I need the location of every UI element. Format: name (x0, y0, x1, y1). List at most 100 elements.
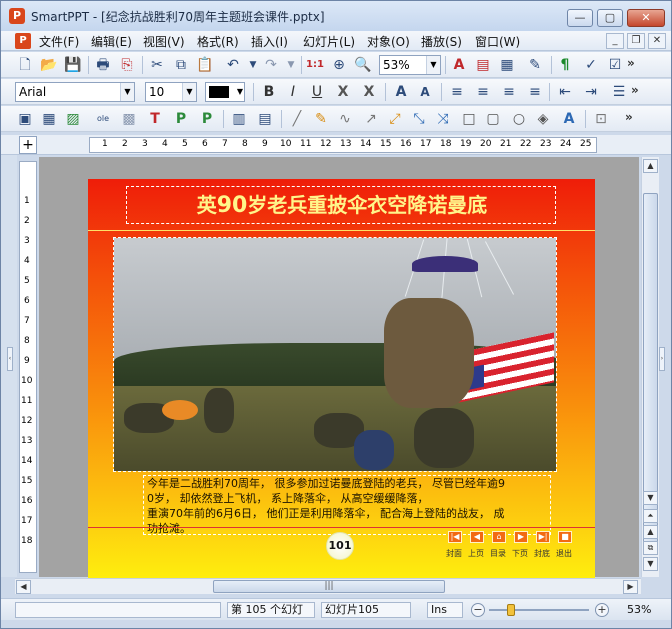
align-center-icon[interactable]: ≡ (473, 82, 493, 102)
decrease-indent-icon[interactable]: ⇤ (555, 82, 575, 102)
zoom-knob[interactable] (507, 604, 515, 616)
scroll-right-icon[interactable]: ▶ (623, 580, 638, 594)
curve-icon[interactable]: ∿ (335, 109, 355, 129)
increase-indent-icon[interactable]: ⇥ (581, 82, 601, 102)
arrow-icon[interactable]: ↗ (361, 109, 381, 129)
nav-last-button[interactable]: ▶| (536, 531, 550, 543)
horizontal-ruler[interactable]: 1 2 3 4 5 6 7 8 9 10 11 12 13 14 15 16 1… (89, 137, 597, 153)
nav-home-button[interactable]: ⌂ (492, 531, 506, 543)
toolbar-overflow-icon[interactable]: » (625, 110, 633, 124)
undo-dropdown-icon[interactable]: ▼ (243, 55, 263, 75)
underline-button[interactable]: U (307, 82, 327, 102)
minimize-button[interactable]: — (567, 9, 593, 27)
menu-slide[interactable]: 幻灯片(L) (303, 33, 355, 50)
picture-icon[interactable]: ▨ (63, 109, 83, 129)
nav-first-button[interactable]: |◀ (448, 531, 462, 543)
zoom-icon[interactable]: ⊕ (329, 55, 349, 75)
chevron-down-icon[interactable]: ▼ (120, 83, 134, 101)
curved-connector-icon[interactable]: ⤨ (433, 109, 453, 129)
spell-icon[interactable]: ✓ (581, 55, 601, 75)
menu-object[interactable]: 对象(O) (367, 33, 410, 50)
scroll-down-icon[interactable]: ▼ (643, 491, 658, 505)
chevron-down-icon[interactable]: ▼ (182, 83, 196, 101)
elbow-connector-icon[interactable]: ⤡ (409, 109, 429, 129)
paragraph-icon[interactable]: ¶ (555, 55, 575, 75)
grow-font-button[interactable]: A (391, 82, 411, 102)
menu-file[interactable]: 文件(F) (39, 33, 79, 50)
align-right-icon[interactable]: ≡ (499, 82, 519, 102)
zoom-slider[interactable]: − + (471, 602, 611, 618)
nav-prev-button[interactable]: ◀ (470, 531, 484, 543)
toolbar-overflow-icon[interactable]: » (631, 83, 639, 97)
menu-view[interactable]: 视图(V) (143, 33, 185, 50)
toolbar-overflow-icon[interactable]: » (627, 56, 635, 70)
font-size-combo[interactable]: 10 ▼ (145, 82, 197, 102)
pdf-icon[interactable]: ⎘ (117, 55, 137, 75)
slide-body-frame[interactable]: 今年是二战胜利70周年， 很多参加过诺曼底登陆的老兵， 尽管已经年逾9 0岁， … (143, 475, 551, 535)
horizontal-scrollbar[interactable]: ◀ ||| ▶ (15, 578, 641, 594)
rounded-rect-icon[interactable]: ▢ (483, 109, 503, 129)
placeholder-icon[interactable]: P (171, 109, 191, 129)
slide-size-icon[interactable]: 1:1 (305, 55, 325, 75)
chevron-down-icon[interactable]: ▼ (426, 56, 440, 74)
document-icon[interactable]: P (15, 33, 31, 49)
format-icon[interactable]: ▤ (473, 55, 493, 75)
maximize-button[interactable]: ▢ (597, 9, 623, 27)
horizontal-scroll-thumb[interactable]: ||| (213, 580, 445, 593)
slide-photo[interactable] (113, 237, 557, 472)
font-name-combo[interactable]: Arial ▼ (15, 82, 135, 102)
italic-button[interactable]: I (283, 82, 303, 102)
font-color-picker[interactable]: ▼ (205, 82, 245, 102)
strikethrough-button[interactable]: X (333, 82, 353, 102)
cut-icon[interactable]: ✂ (147, 55, 167, 75)
table-icon[interactable]: ▦ (39, 109, 59, 129)
audio-icon[interactable]: ▤ (255, 109, 275, 129)
slide-title-frame[interactable]: 英90岁老兵重披伞衣空降诺曼底 (126, 186, 556, 224)
doc-restore-button[interactable]: ❐ (627, 33, 645, 49)
new-icon[interactable]: 🗋 (15, 55, 35, 75)
menu-insert[interactable]: 插入(I) (251, 33, 288, 50)
first-slide-icon[interactable]: ⏶ (643, 509, 658, 523)
brush-icon[interactable]: ✎ (525, 55, 545, 75)
bullets-icon[interactable]: ☰ (609, 82, 629, 102)
rectangle-icon[interactable]: □ (459, 109, 479, 129)
right-panel-toggle[interactable]: › (659, 347, 665, 371)
doc-minimize-button[interactable]: _ (606, 33, 624, 49)
text-a-icon[interactable]: A (449, 55, 469, 75)
shrink-font-button[interactable]: A (415, 82, 435, 102)
menu-play[interactable]: 播放(S) (421, 33, 462, 50)
nav-exit-button[interactable]: ■ (558, 531, 572, 543)
zoom-in-button[interactable]: + (595, 603, 609, 617)
nav-next-button[interactable]: ▶ (514, 531, 528, 543)
page-placeholder-icon[interactable]: P (197, 109, 217, 129)
notes-icon[interactable]: ▦ (497, 55, 517, 75)
align-left-icon[interactable]: ≡ (447, 82, 467, 102)
close-button[interactable]: ✕ (627, 9, 665, 27)
check-icon[interactable]: ☑ (605, 55, 625, 75)
vertical-ruler[interactable]: 1 2 3 4 5 6 7 8 9 10 11 12 13 14 15 16 1… (19, 161, 37, 573)
doc-close-button[interactable]: ✕ (648, 33, 666, 49)
ellipse-icon[interactable]: ○ (509, 109, 529, 129)
menu-edit[interactable]: 编辑(E) (91, 33, 132, 50)
prev-slide-icon[interactable]: ▲ (643, 525, 658, 539)
zoom-out-button[interactable]: − (471, 603, 485, 617)
slide[interactable]: 英90岁老兵重披伞衣空降诺曼底 今年是二战胜利70周年， 很多参加过诺曼底登陆的… (88, 179, 595, 587)
left-panel-toggle[interactable]: ‹ (7, 347, 13, 371)
status-insert-mode[interactable]: Ins (427, 602, 463, 618)
save-icon[interactable]: 💾 (63, 55, 83, 75)
zoom-track[interactable] (489, 609, 589, 611)
chevron-down-icon[interactable]: ▼ (237, 83, 243, 101)
open-icon[interactable]: 📂 (39, 55, 59, 75)
menu-format[interactable]: 格式(R) (197, 33, 239, 50)
zoom-combo[interactable]: 53% ▼ (379, 55, 441, 75)
scroll-left-icon[interactable]: ◀ (16, 580, 31, 594)
shapes-icon[interactable]: ◈ (533, 109, 553, 129)
text-frame-icon[interactable]: ▣ (15, 109, 35, 129)
undo-icon[interactable]: ↶ (223, 55, 243, 75)
vertical-scrollbar[interactable]: ▲ ▼ ⏶ ▲ ⧉ ▼ (641, 157, 659, 577)
group-icon[interactable]: ⊡ (591, 109, 611, 129)
bold-button[interactable]: B (259, 82, 279, 102)
pen-icon[interactable]: ✎ (311, 109, 331, 129)
line-icon[interactable]: ╱ (287, 109, 307, 129)
shadow-button[interactable]: X (359, 82, 379, 102)
